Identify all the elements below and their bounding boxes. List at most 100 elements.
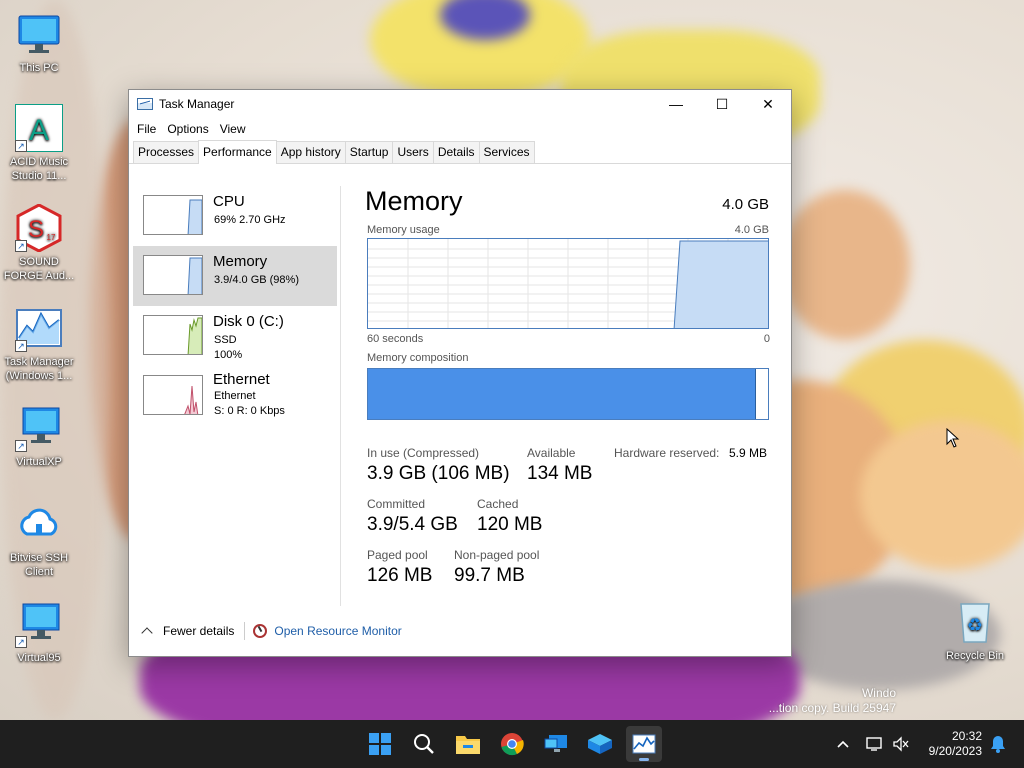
desktop-icon-label: This PC xyxy=(19,62,59,74)
virtual-machine-icon: ↗ xyxy=(15,404,63,452)
svg-text:A: A xyxy=(29,114,49,147)
taskbar-chrome[interactable] xyxy=(494,726,530,762)
menu-file[interactable]: File xyxy=(133,122,163,136)
memory-thumbnail-graph xyxy=(143,255,203,295)
in-use-value: 3.9 GB (106 MB) xyxy=(367,463,510,484)
shortcut-arrow-icon: ↗ xyxy=(15,140,27,152)
desktop-icon-label: Virtual95 xyxy=(17,652,61,664)
tab-startup[interactable]: Startup xyxy=(344,141,394,163)
desktop-icon-acid-music-studio[interactable]: A ↗ ACID Music Studio 11... xyxy=(0,103,78,183)
memory-usage-max: 4.0 GB xyxy=(734,224,769,236)
monitor-icon xyxy=(15,10,63,58)
window-footer: Fewer details Open Resource Monitor xyxy=(129,606,791,656)
start-button[interactable] xyxy=(362,726,398,762)
tab-users[interactable]: Users xyxy=(392,141,434,163)
fewer-details-label: Fewer details xyxy=(163,624,235,638)
clock[interactable]: 20:32 9/20/2023 xyxy=(929,729,982,759)
chevron-up-icon xyxy=(837,740,849,748)
virtual-machine-icon: ↗ xyxy=(15,600,63,648)
cpu-usage-text: 69% 2.70 GHz xyxy=(214,214,286,226)
acid-app-icon: A ↗ xyxy=(14,103,64,153)
tab-processes[interactable]: Processes xyxy=(133,141,200,163)
taskbar-storage-app[interactable] xyxy=(582,726,618,762)
svg-text:S: S xyxy=(28,216,44,243)
taskbar-file-explorer[interactable] xyxy=(450,726,486,762)
fewer-details-button[interactable]: Fewer details xyxy=(141,624,235,639)
memory-usage-graph xyxy=(367,238,769,329)
resource-monitor-icon xyxy=(253,624,268,638)
tab-strip: Processes Performance App history Startu… xyxy=(129,140,791,164)
maximize-button[interactable]: ☐ xyxy=(699,90,745,118)
cached-label: Cached xyxy=(477,497,519,511)
sidebar-item-ethernet[interactable]: Ethernet Ethernet S: 0 R: 0 Kbps xyxy=(133,366,337,426)
ethernet-throughput-text: S: 0 R: 0 Kbps xyxy=(214,405,285,417)
menu-bar: File Options View xyxy=(129,118,791,140)
search-icon xyxy=(414,734,434,754)
sidebar-item-disk[interactable]: Disk 0 (C:) SSD 100% xyxy=(133,306,337,366)
desktop-icon-label: Bitvise SSH Client xyxy=(9,552,69,578)
task-manager-icon xyxy=(632,734,656,754)
desktop-icon-label: VirtualXP xyxy=(16,456,62,468)
network-icon xyxy=(866,737,882,751)
virtual-machine-icon xyxy=(544,735,567,752)
desktop-icon-task-manager[interactable]: ↗ Task Manager (Windows 1... xyxy=(0,304,78,383)
desktop-icon-virtualxp[interactable]: ↗ VirtualXP xyxy=(0,404,78,469)
available-label: Available xyxy=(527,446,576,460)
paged-pool-value: 126 MB xyxy=(367,565,433,586)
watermark-line-2: ...tion copy. Build 25947 xyxy=(768,701,896,715)
tab-services[interactable]: Services xyxy=(478,141,535,163)
task-manager-window: Task Manager — ☐ ✕ File Options View Pro… xyxy=(128,89,792,657)
watermark-line-1: Windo xyxy=(861,686,896,700)
menu-view[interactable]: View xyxy=(216,122,253,136)
bell-icon xyxy=(991,736,1005,753)
desktop-icon-virtual95[interactable]: ↗ Virtual95 xyxy=(0,600,78,665)
desktop-icon-label: Recycle Bin xyxy=(945,650,1005,662)
tab-performance[interactable]: Performance xyxy=(198,140,277,164)
task-manager-app-icon: ↗ xyxy=(15,304,63,352)
sidebar-item-cpu[interactable]: CPU 69% 2.70 GHz xyxy=(133,186,337,246)
recycle-bin-icon: ♻ xyxy=(951,598,999,646)
disk-activity-text: 100% xyxy=(214,349,243,361)
hardware-reserved-label: Hardware reserved: xyxy=(614,446,720,460)
desktop-icon-this-pc[interactable]: This PC xyxy=(0,10,78,75)
title-bar[interactable]: Task Manager — ☐ ✕ xyxy=(129,90,791,118)
clock-date: 9/20/2023 xyxy=(928,744,982,758)
windows-logo-icon xyxy=(369,733,391,755)
box-icon xyxy=(588,734,612,754)
chevron-up-icon xyxy=(141,627,153,639)
taskbar-virtual-machine[interactable] xyxy=(538,726,574,762)
show-hidden-icons-button[interactable] xyxy=(828,726,858,762)
minimize-button[interactable]: — xyxy=(653,90,699,118)
ethernet-thumbnail-graph xyxy=(143,375,203,415)
panel-divider[interactable] xyxy=(340,186,341,606)
sidebar-item-memory[interactable]: Memory 3.9/4.0 GB (98%) xyxy=(133,246,337,306)
window-title: Task Manager xyxy=(159,97,235,111)
taskbar-task-manager[interactable] xyxy=(626,726,662,762)
menu-options[interactable]: Options xyxy=(163,122,215,136)
non-paged-pool-label: Non-paged pool xyxy=(454,548,540,562)
shortcut-arrow-icon: ↗ xyxy=(15,340,27,352)
notifications-button[interactable] xyxy=(984,726,1012,762)
desktop-icon-bitvise-ssh[interactable]: Bitvise SSH Client xyxy=(0,500,78,579)
memory-heading: Memory xyxy=(365,186,463,216)
tray-volume[interactable] xyxy=(886,726,916,762)
clock-time: 20:32 xyxy=(951,729,982,743)
graph-time-start: 60 seconds xyxy=(367,333,424,345)
committed-label: Committed xyxy=(367,497,426,511)
desktop-icon-sound-forge[interactable]: S 17 ↗ SOUND FORGE Aud... xyxy=(0,203,78,283)
ethernet-adapter-text: Ethernet xyxy=(214,390,256,402)
graph-time-end: 0 xyxy=(763,333,770,345)
tab-app-history[interactable]: App history xyxy=(275,141,346,163)
tab-details[interactable]: Details xyxy=(432,141,480,163)
svg-text:♻: ♻ xyxy=(967,615,983,636)
desktop-icon-recycle-bin[interactable]: ♻ Recycle Bin xyxy=(936,598,1014,663)
cached-value: 120 MB xyxy=(477,514,543,535)
open-resource-monitor-link[interactable]: Open Resource Monitor xyxy=(274,624,401,638)
search-button[interactable] xyxy=(406,726,442,762)
shortcut-arrow-icon: ↗ xyxy=(15,636,27,648)
close-button[interactable]: ✕ xyxy=(745,90,791,118)
disk-type-text: SSD xyxy=(214,334,237,346)
memory-composition-label: Memory composition xyxy=(367,352,469,364)
sidebar-item-label: Memory xyxy=(213,253,268,270)
shortcut-arrow-icon: ↗ xyxy=(15,440,27,452)
